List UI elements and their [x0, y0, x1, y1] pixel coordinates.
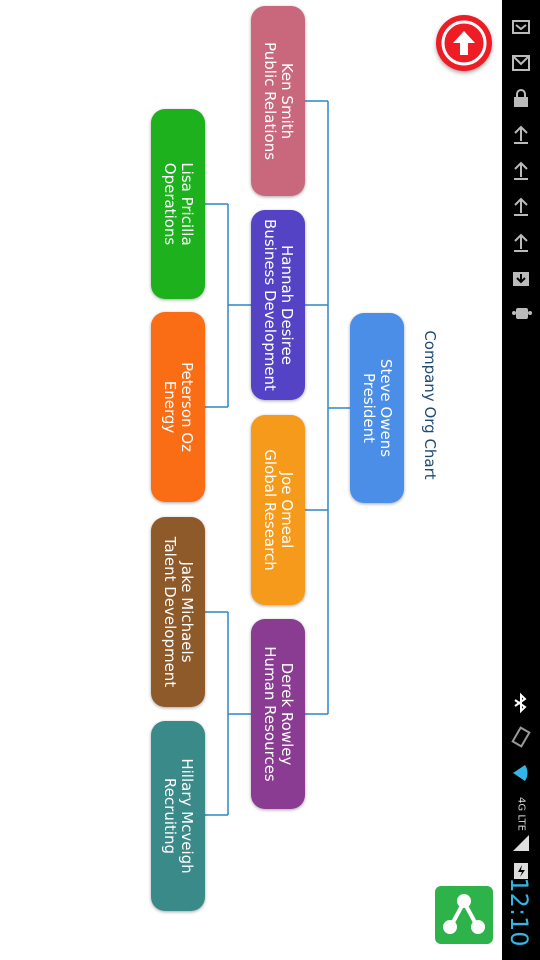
node-name: Peterson Oz: [178, 362, 196, 452]
node-human-resources[interactable]: Derek Rowley Human Resources: [251, 619, 305, 809]
node-name: Ken Smith: [278, 62, 296, 140]
node-recruiting[interactable]: Hillary Mcveigh Recruiting: [151, 721, 205, 911]
upload-icon: [514, 161, 528, 180]
org-chart-app-icon[interactable]: [435, 886, 493, 944]
node-role: Public Relations: [261, 41, 279, 161]
node-role: Talent Development: [161, 536, 179, 688]
download-icon: [513, 272, 529, 286]
node-role: President: [360, 373, 378, 443]
upload-icon: [514, 125, 528, 144]
node-role: Global Research: [261, 449, 279, 571]
upload-icon: [514, 197, 528, 216]
hierarchy-icon: [443, 894, 485, 934]
gmail-icon: [512, 55, 530, 71]
arrow-up-icon: [441, 20, 487, 66]
chart-title: Company Org Chart: [421, 330, 439, 480]
signal-icon: [513, 835, 529, 851]
vibrate-icon: [511, 726, 531, 748]
bluetooth-icon: [514, 692, 527, 714]
android-icon: [512, 308, 532, 319]
clock: 12:10: [505, 877, 533, 947]
scroll-up-button[interactable]: [436, 15, 492, 71]
node-role: Business Development: [261, 219, 279, 391]
node-global-research[interactable]: Joe Omeal Global Research: [251, 415, 305, 605]
network-type: 4G LTE: [515, 797, 527, 831]
node-talent-development[interactable]: Jake Michaels Talent Development: [151, 517, 205, 707]
node-name: Derek Rowley: [278, 662, 296, 766]
node-role: Recruiting: [161, 777, 179, 855]
upload-icon: [514, 233, 528, 252]
node-name: Hannah Desiree: [278, 244, 296, 365]
node-name: Lisa Pricilla: [178, 162, 196, 246]
status-bar: 4G LTE: [502, 0, 540, 960]
node-energy[interactable]: Peterson Oz Energy: [151, 312, 205, 502]
node-business-development[interactable]: Hannah Desiree Business Development: [251, 210, 305, 400]
node-name: Hillary Mcveigh: [178, 758, 196, 874]
node-name: Steve Owens: [377, 358, 395, 458]
node-role: Operations: [161, 162, 179, 246]
node-role: Energy: [161, 380, 179, 434]
node-name: Joe Omeal: [278, 471, 296, 549]
wifi-icon: [513, 765, 528, 781]
mail-icon: [512, 20, 530, 34]
node-role: Human Resources: [261, 646, 279, 782]
node-president[interactable]: Steve Owens President: [350, 313, 404, 503]
lock-icon: [514, 89, 528, 107]
org-chart: Company Org Chart Steve Owens President K…: [0, 0, 540, 960]
node-public-relations[interactable]: Ken Smith Public Relations: [251, 6, 305, 196]
node-operations[interactable]: Lisa Pricilla Operations: [151, 109, 205, 299]
node-name: Jake Michaels: [178, 561, 196, 663]
